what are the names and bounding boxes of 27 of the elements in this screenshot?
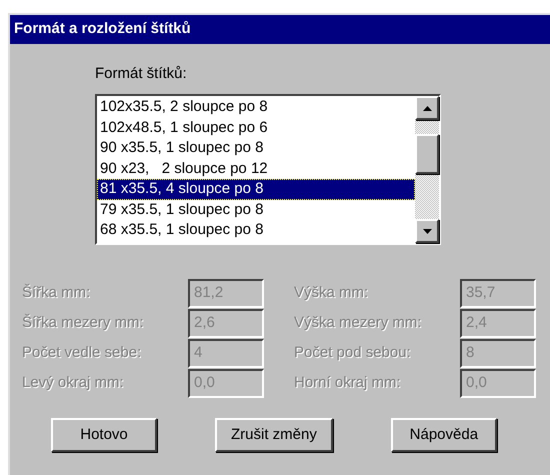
format-listbox[interactable]: 102x35.5, 2 sloupce po 8 102x48.5, 1 sloupec po 6 90 x35.5, 1 sloupec po 8 90 x23, 2 sloupce po 12 81 x35.5, 4 sloupce po 8 79 x35.5, 1 sloupec po 8 68 x35.5, 1 sloupec po 8 <box>95 94 441 245</box>
field-label: Levý okraj mm: <box>22 372 125 393</box>
list-item[interactable]: 102x35.5, 2 sloupce po 8 <box>97 97 415 118</box>
list-item[interactable]: 81 x35.5, 4 sloupce po 8 <box>97 179 415 200</box>
list-item[interactable]: 102x48.5, 1 sloupec po 6 <box>97 118 415 138</box>
scroll-thumb[interactable] <box>415 134 439 174</box>
field-label: Horní okraj mm: <box>294 372 402 393</box>
scrollbar[interactable] <box>415 96 439 243</box>
field-label: Počet pod sebou: <box>294 342 412 363</box>
field-label: Počet vedle sebe: <box>22 342 142 363</box>
scroll-up-button[interactable] <box>415 96 439 120</box>
dialog-button[interactable]: Nápověda <box>390 418 497 452</box>
list-label: Formát štítků: <box>95 65 187 82</box>
down-arrow-icon <box>422 228 432 234</box>
list-item[interactable]: 79 x35.5, 1 sloupec po 8 <box>97 200 415 220</box>
field-label: Šířka mezery mm: <box>22 312 145 333</box>
list-item[interactable]: 68 x35.5, 1 sloupec po 8 <box>97 220 415 240</box>
list-item[interactable]: 90 x35.5, 1 sloupec po 8 <box>97 138 415 158</box>
dialog-button[interactable]: Zrušit změny <box>215 418 333 452</box>
field-label: Šířka mm: <box>22 282 92 303</box>
window-title: Formát a rozložení štítků <box>10 15 550 44</box>
dialog-button[interactable]: Hotovo <box>51 418 157 452</box>
up-arrow-icon <box>422 106 432 110</box>
scroll-down-button[interactable] <box>415 219 439 243</box>
field-label: Výška mezery mm: <box>294 312 423 333</box>
list-item[interactable]: 90 x23, 2 sloupce po 12 <box>97 158 415 179</box>
field-label: Výška mm: <box>294 282 370 303</box>
